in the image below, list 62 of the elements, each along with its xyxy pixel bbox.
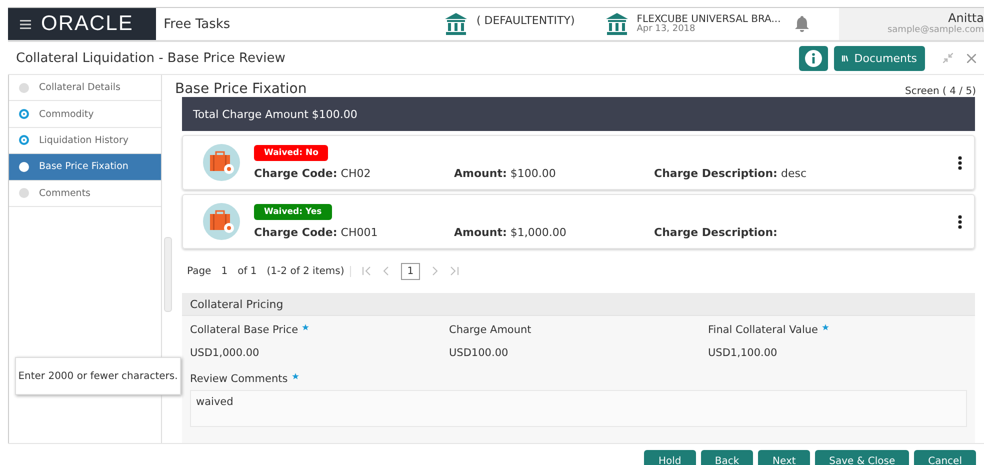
- branch-date: Apr 13, 2018: [636, 24, 696, 34]
- footer-button[interactable]: Back: [700, 450, 754, 465]
- field-value: USD100.00: [449, 347, 510, 359]
- screen-counter: Screen ( 4 / 5): [905, 86, 976, 97]
- briefcase-gear-icon: [203, 203, 240, 240]
- footer-button[interactable]: Hold: [644, 450, 696, 465]
- field-value: USD1,000.00: [190, 347, 260, 359]
- last-page-icon[interactable]: [450, 266, 460, 276]
- waived-status-tag: Waived: No: [254, 145, 328, 161]
- required-icon: [292, 373, 299, 380]
- info-button[interactable]: [799, 46, 828, 70]
- user-name: Anitta: [948, 12, 984, 26]
- page-label: Page: [187, 266, 212, 276]
- bank-icon: [444, 13, 468, 35]
- step-item[interactable]: Comments: [9, 180, 161, 207]
- first-page-icon[interactable]: [361, 266, 372, 276]
- charge-code: Charge Code: CH001: [254, 226, 379, 239]
- waived-status-tag: Waived: Yes: [254, 204, 332, 220]
- user-email: sample@sample.com: [887, 26, 984, 36]
- more-options-icon[interactable]: [958, 156, 962, 170]
- briefcase-gear-icon: [203, 144, 240, 181]
- charge-description: Charge Description:: [654, 226, 778, 239]
- field-value: USD1,100.00: [708, 347, 778, 359]
- page-number: 1: [221, 266, 228, 276]
- footer-button[interactable]: Save & Close: [815, 450, 910, 465]
- field-label: Review Comments: [190, 373, 967, 385]
- next-page-icon[interactable]: [430, 266, 440, 276]
- previous-page-icon[interactable]: [381, 266, 392, 276]
- close-icon[interactable]: [967, 54, 976, 62]
- required-icon: [822, 324, 829, 331]
- page-count: of 1: [238, 266, 257, 276]
- field-label: Charge Amount: [449, 324, 532, 336]
- brand-logo: ORACLE: [41, 12, 134, 36]
- charge-code: Charge Code: CH02: [254, 167, 372, 180]
- notification-bell-icon[interactable]: [794, 16, 809, 32]
- panel-header: Collateral Pricing: [182, 293, 975, 316]
- scrollbar-thumb[interactable]: [164, 237, 172, 312]
- current-page-button[interactable]: 1: [401, 262, 420, 280]
- bank-icon: [604, 13, 629, 35]
- required-icon: [302, 324, 310, 331]
- documents-button[interactable]: Documents: [834, 46, 925, 70]
- field-label: Collateral Base Price: [190, 324, 449, 336]
- menu-icon[interactable]: [20, 20, 31, 28]
- section-title: Base Price Fixation: [175, 81, 307, 97]
- app-title: Free Tasks: [162, 16, 232, 32]
- entity-name: ( DEFAULTENTITY): [476, 15, 575, 28]
- charge-description: Charge Description: desc: [654, 167, 808, 180]
- more-options-icon[interactable]: [958, 214, 962, 228]
- minimize-icon[interactable]: [943, 53, 953, 63]
- tooltip: Enter 2000 or fewer characters.: [15, 357, 181, 395]
- total-charge-banner: Total Charge Amount $100.00: [182, 97, 975, 131]
- branch-name: FLEXCUBE UNIVERSAL BRA...: [636, 14, 781, 25]
- field-label: Final Collateral Value: [708, 324, 967, 336]
- charge-amount: Amount: $1,000.00: [454, 226, 568, 239]
- step-item[interactable]: Base Price Fixation: [9, 154, 161, 181]
- page-title: Collateral Liquidation - Base Price Review: [16, 50, 286, 66]
- item-range: (1-2 of 2 items): [266, 266, 352, 276]
- charge-amount: Amount: $100.00: [454, 167, 557, 180]
- footer-button[interactable]: Cancel: [914, 450, 976, 465]
- footer-button[interactable]: Next: [758, 450, 810, 465]
- info-icon: [805, 50, 822, 66]
- comments-field[interactable]: waived: [190, 390, 967, 427]
